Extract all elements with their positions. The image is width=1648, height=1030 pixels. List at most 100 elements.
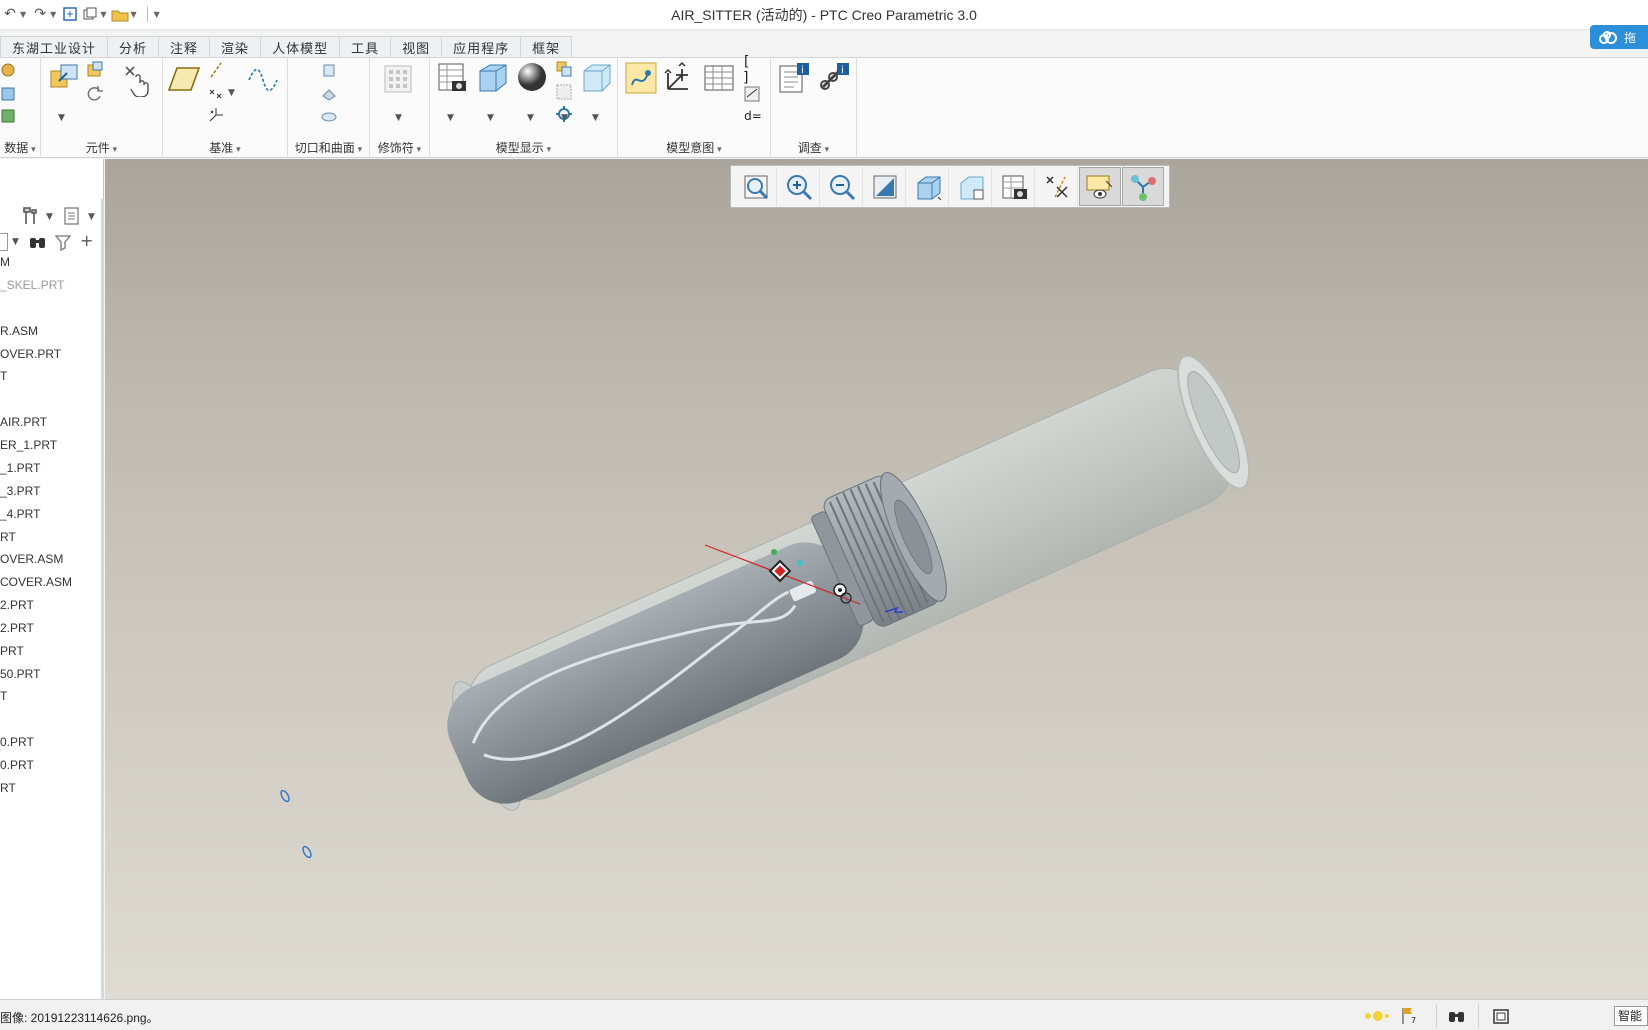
scene-icon[interactable] bbox=[554, 59, 574, 79]
tree-item[interactable]: _1.PRT bbox=[0, 461, 40, 475]
tree-item[interactable]: T bbox=[0, 689, 7, 703]
parameters-table-icon[interactable] bbox=[702, 61, 736, 95]
find-icon[interactable] bbox=[1436, 1004, 1476, 1028]
data-icon[interactable] bbox=[0, 62, 16, 78]
datum-plane-icon[interactable] bbox=[167, 64, 201, 94]
group-label[interactable]: 模型意图 bbox=[618, 139, 770, 156]
zoom-out-icon[interactable] bbox=[821, 167, 863, 206]
annotation-display-icon[interactable] bbox=[1079, 167, 1121, 206]
regenerate-component-icon[interactable] bbox=[85, 84, 105, 104]
search-field[interactable] bbox=[0, 233, 8, 251]
tree-item[interactable]: _4.PRT bbox=[0, 507, 40, 521]
datum-point-marker[interactable] bbox=[301, 845, 312, 859]
filter-icon[interactable] bbox=[54, 233, 72, 254]
show-options-icon[interactable] bbox=[62, 206, 82, 229]
tree-settings-icon[interactable] bbox=[20, 206, 42, 229]
chevron-down-icon[interactable]: ▼ bbox=[447, 113, 454, 123]
create-component-icon[interactable] bbox=[85, 60, 105, 80]
tab-manikin[interactable]: 人体模型 bbox=[260, 36, 341, 57]
group-label[interactable]: 基准 bbox=[163, 139, 287, 156]
group-label[interactable]: 元件 bbox=[41, 139, 162, 156]
relations-brackets-icon[interactable]: [ ] bbox=[742, 54, 762, 86]
view-manager-icon[interactable] bbox=[993, 167, 1035, 206]
capture-image-icon[interactable] bbox=[436, 61, 470, 95]
chevron-down-icon[interactable]: ▼ bbox=[395, 113, 402, 123]
group-label[interactable]: 修饰符 bbox=[370, 139, 429, 156]
flag-icon[interactable]: 7 bbox=[1395, 1004, 1421, 1028]
tree-item[interactable]: OVER.PRT bbox=[0, 347, 61, 361]
datum-point-icon[interactable] bbox=[207, 84, 225, 102]
sketch-curve-icon[interactable] bbox=[247, 62, 281, 96]
drag-components-icon[interactable] bbox=[121, 62, 157, 98]
chevron-down-icon[interactable]: ▼ bbox=[58, 113, 65, 123]
tree-item[interactable]: AIR.PRT bbox=[0, 415, 47, 429]
tree-item[interactable]: 2.PRT bbox=[0, 598, 34, 612]
tree-item[interactable]: ER_1.PRT bbox=[0, 438, 57, 452]
chevron-down-icon[interactable]: ▼ bbox=[487, 113, 494, 123]
tree-item[interactable]: OVER.ASM bbox=[0, 552, 63, 566]
tree-item[interactable]: M bbox=[0, 255, 10, 269]
data-icon[interactable] bbox=[0, 86, 16, 102]
tab-framework[interactable]: 框架 bbox=[520, 36, 573, 57]
tab-view[interactable]: 视图 bbox=[390, 36, 443, 57]
tree-item[interactable]: _SKEL.PRT bbox=[0, 278, 64, 292]
tab-analysis[interactable]: 分析 bbox=[107, 36, 160, 57]
switch-dimensions-icon[interactable] bbox=[742, 84, 762, 104]
assemble-icon[interactable] bbox=[47, 61, 81, 95]
datum-axis-icon[interactable] bbox=[207, 61, 225, 79]
datum-point-marker[interactable] bbox=[279, 789, 290, 803]
perspective-icon[interactable] bbox=[554, 82, 574, 102]
cosmetic-grid-icon[interactable] bbox=[382, 63, 414, 95]
group-label[interactable]: 调查 bbox=[771, 139, 856, 156]
tab-donghu[interactable]: 东湖工业设计 bbox=[0, 36, 109, 57]
tree-item[interactable]: COVER.ASM bbox=[0, 575, 72, 589]
saved-orientations-icon[interactable] bbox=[907, 167, 949, 206]
reference-viewer-icon[interactable]: i bbox=[817, 61, 851, 95]
repaint-icon[interactable] bbox=[864, 167, 906, 206]
tree-item[interactable]: 50.PRT bbox=[0, 667, 40, 681]
group-label[interactable]: 切口和曲面 bbox=[288, 139, 369, 156]
refit-icon[interactable] bbox=[735, 167, 777, 206]
display-style-icon[interactable] bbox=[476, 61, 510, 95]
tab-render[interactable]: 渲染 bbox=[209, 36, 262, 57]
relations-label[interactable]: d= bbox=[742, 106, 764, 126]
chevron-down-icon[interactable]: ▼ bbox=[46, 212, 53, 222]
binoculars-icon[interactable] bbox=[28, 233, 48, 254]
regen-status-icon[interactable] bbox=[1355, 1004, 1395, 1028]
display-style-icon[interactable] bbox=[950, 167, 992, 206]
tree-item[interactable]: R.ASM bbox=[0, 324, 38, 338]
tree-item[interactable]: T bbox=[0, 369, 7, 383]
chevron-down-icon[interactable]: ▼ bbox=[561, 113, 568, 123]
chevron-down-icon[interactable]: ▼ bbox=[88, 212, 95, 222]
tree-item[interactable]: 0.PRT bbox=[0, 735, 34, 749]
extrude-icon[interactable] bbox=[320, 61, 338, 79]
tree-item[interactable]: 2.PRT bbox=[0, 621, 34, 635]
tree-item[interactable]: 0.PRT bbox=[0, 758, 34, 772]
tree-scrollbar[interactable] bbox=[101, 199, 104, 999]
group-label[interactable]: 模型显示 bbox=[430, 139, 617, 156]
add-icon[interactable]: + bbox=[80, 231, 93, 250]
data-icon[interactable] bbox=[0, 108, 16, 124]
publish-geometry-icon[interactable] bbox=[624, 61, 658, 95]
group-label[interactable]: 数据 bbox=[0, 139, 40, 156]
model-canvas[interactable] bbox=[105, 159, 1648, 999]
tab-applications[interactable]: 应用程序 bbox=[441, 36, 522, 57]
section-view-icon[interactable] bbox=[580, 61, 614, 95]
chevron-down-icon[interactable]: ▼ bbox=[592, 113, 599, 123]
selection-filter-dropdown[interactable]: 智能 bbox=[1614, 1006, 1648, 1026]
tab-tools[interactable]: 工具 bbox=[339, 36, 392, 57]
zoom-in-icon[interactable] bbox=[778, 167, 820, 206]
revolve-icon[interactable] bbox=[320, 84, 338, 102]
chevron-down-icon[interactable]: ▼ bbox=[12, 237, 19, 247]
datum-display-filter-icon[interactable] bbox=[1036, 167, 1078, 206]
tree-item[interactable]: PRT bbox=[0, 644, 24, 658]
spin-center-icon[interactable] bbox=[1122, 167, 1164, 206]
tree-item[interactable]: RT bbox=[0, 781, 16, 795]
appearance-gallery-icon[interactable] bbox=[516, 61, 550, 95]
selection-buffer-icon[interactable] bbox=[1478, 1004, 1522, 1028]
tree-item[interactable]: _3.PRT bbox=[0, 484, 40, 498]
family-table-icon[interactable] bbox=[662, 61, 696, 95]
graphics-viewport[interactable] bbox=[105, 159, 1648, 999]
tab-annotate[interactable]: 注释 bbox=[158, 36, 211, 57]
cloud-button[interactable]: 拖 bbox=[1590, 25, 1648, 49]
